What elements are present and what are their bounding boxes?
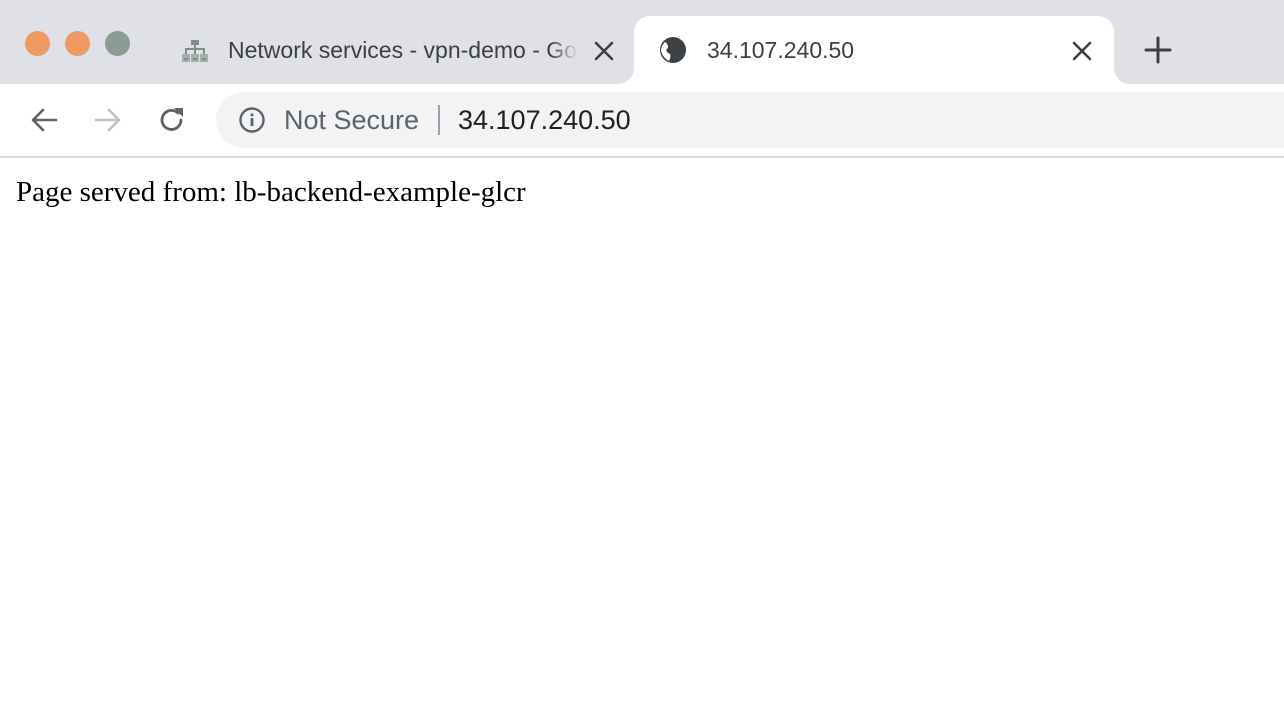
back-arrow-icon[interactable] — [28, 104, 60, 136]
tab-active-ip[interactable]: 34.107.240.50 — [634, 16, 1114, 84]
info-icon[interactable] — [238, 106, 266, 134]
close-icon[interactable] — [1069, 38, 1095, 64]
close-icon[interactable] — [591, 38, 617, 64]
window-minimize-button[interactable] — [65, 31, 90, 56]
tab-network-services[interactable]: Network services - vpn-demo - Google Clo… — [162, 16, 634, 84]
window-close-button[interactable] — [25, 31, 50, 56]
globe-icon — [658, 35, 688, 65]
window-maximize-button[interactable] — [105, 31, 130, 56]
page-body-text: Page served from: lb-backend-example-glc… — [16, 176, 526, 208]
forward-arrow-icon[interactable] — [92, 104, 124, 136]
browser-toolbar: Not Secure 34.107.240.50 — [0, 84, 1284, 156]
tab-title: Network services - vpn-demo - Google Clo… — [228, 37, 578, 63]
plus-icon[interactable] — [1143, 35, 1173, 65]
url-text[interactable]: 34.107.240.50 — [458, 105, 631, 135]
page-content: Page served from: lb-backend-example-glc… — [0, 158, 1284, 716]
tab-title: 34.107.240.50 — [707, 37, 855, 63]
omnibox-divider — [438, 105, 440, 135]
network-services-icon — [180, 36, 210, 66]
address-bar[interactable]: Not Secure 34.107.240.50 — [216, 92, 1284, 148]
reload-icon[interactable] — [156, 104, 188, 136]
tab-strip: Network services - vpn-demo - Google Clo… — [0, 0, 1284, 84]
security-status[interactable]: Not Secure — [284, 105, 419, 135]
